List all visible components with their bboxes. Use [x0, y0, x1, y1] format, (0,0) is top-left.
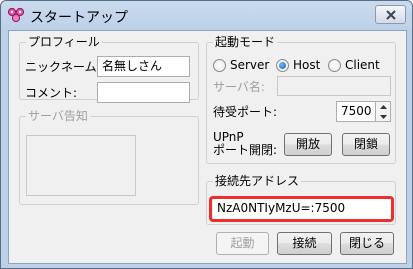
port-close-button[interactable]: 閉鎖	[342, 133, 390, 156]
port-spinner[interactable]	[376, 101, 391, 122]
port-open-button[interactable]: 開放	[284, 133, 332, 156]
connection-address-legend: 接続先アドレス	[213, 174, 302, 188]
connect-button[interactable]: 接続	[277, 232, 332, 255]
window-close-button[interactable]	[375, 5, 406, 24]
comment-input[interactable]	[97, 82, 190, 103]
start-button: 起動	[216, 232, 269, 255]
radio-client-label[interactable]: Client	[345, 58, 380, 72]
port-input[interactable]: 7500	[336, 101, 376, 122]
app-icon	[7, 7, 25, 23]
upnp-port-label: ポート開閉:	[213, 143, 278, 157]
radio-client[interactable]	[328, 59, 341, 72]
port-label: 待受ポート:	[213, 105, 278, 119]
chevron-up-icon	[379, 105, 387, 109]
close-icon	[385, 9, 396, 20]
radio-selected-dot	[279, 62, 286, 69]
spin-up-button[interactable]	[376, 102, 390, 112]
title-bar[interactable]: スタートアップ	[1, 1, 412, 30]
startup-mode-legend: 起動モード	[213, 35, 278, 49]
dialog-body: プロフィール ニックネーム: 名無しさん コメント: サーバ告知 起動モード S…	[8, 30, 407, 264]
profile-legend: プロフィール	[26, 35, 102, 49]
radio-server-label[interactable]: Server	[230, 58, 269, 72]
chevron-down-icon	[379, 115, 387, 119]
close-button[interactable]: 閉じる	[340, 232, 394, 255]
upnp-label: UPnP	[213, 130, 244, 144]
connection-address-input[interactable]: NzA0NTIyMzU=:7500	[213, 199, 391, 219]
nickname-label: ニックネーム:	[25, 60, 101, 74]
server-notice-legend: サーバ告知	[26, 109, 90, 123]
spin-down-button[interactable]	[376, 112, 390, 122]
radio-server[interactable]	[213, 59, 226, 72]
server-name-label: サーバ名:	[213, 80, 265, 94]
server-notice-textarea	[26, 135, 136, 196]
nickname-input[interactable]: 名無しさん	[97, 56, 190, 77]
window-title: スタートアップ	[30, 10, 128, 26]
startup-window: スタートアップ プロフィール ニックネーム: 名無しさん コメント: サーバ告知…	[0, 0, 413, 269]
comment-label: コメント:	[25, 86, 78, 100]
radio-host-label[interactable]: Host	[293, 58, 320, 72]
radio-host[interactable]	[276, 59, 289, 72]
server-name-input	[277, 76, 391, 96]
